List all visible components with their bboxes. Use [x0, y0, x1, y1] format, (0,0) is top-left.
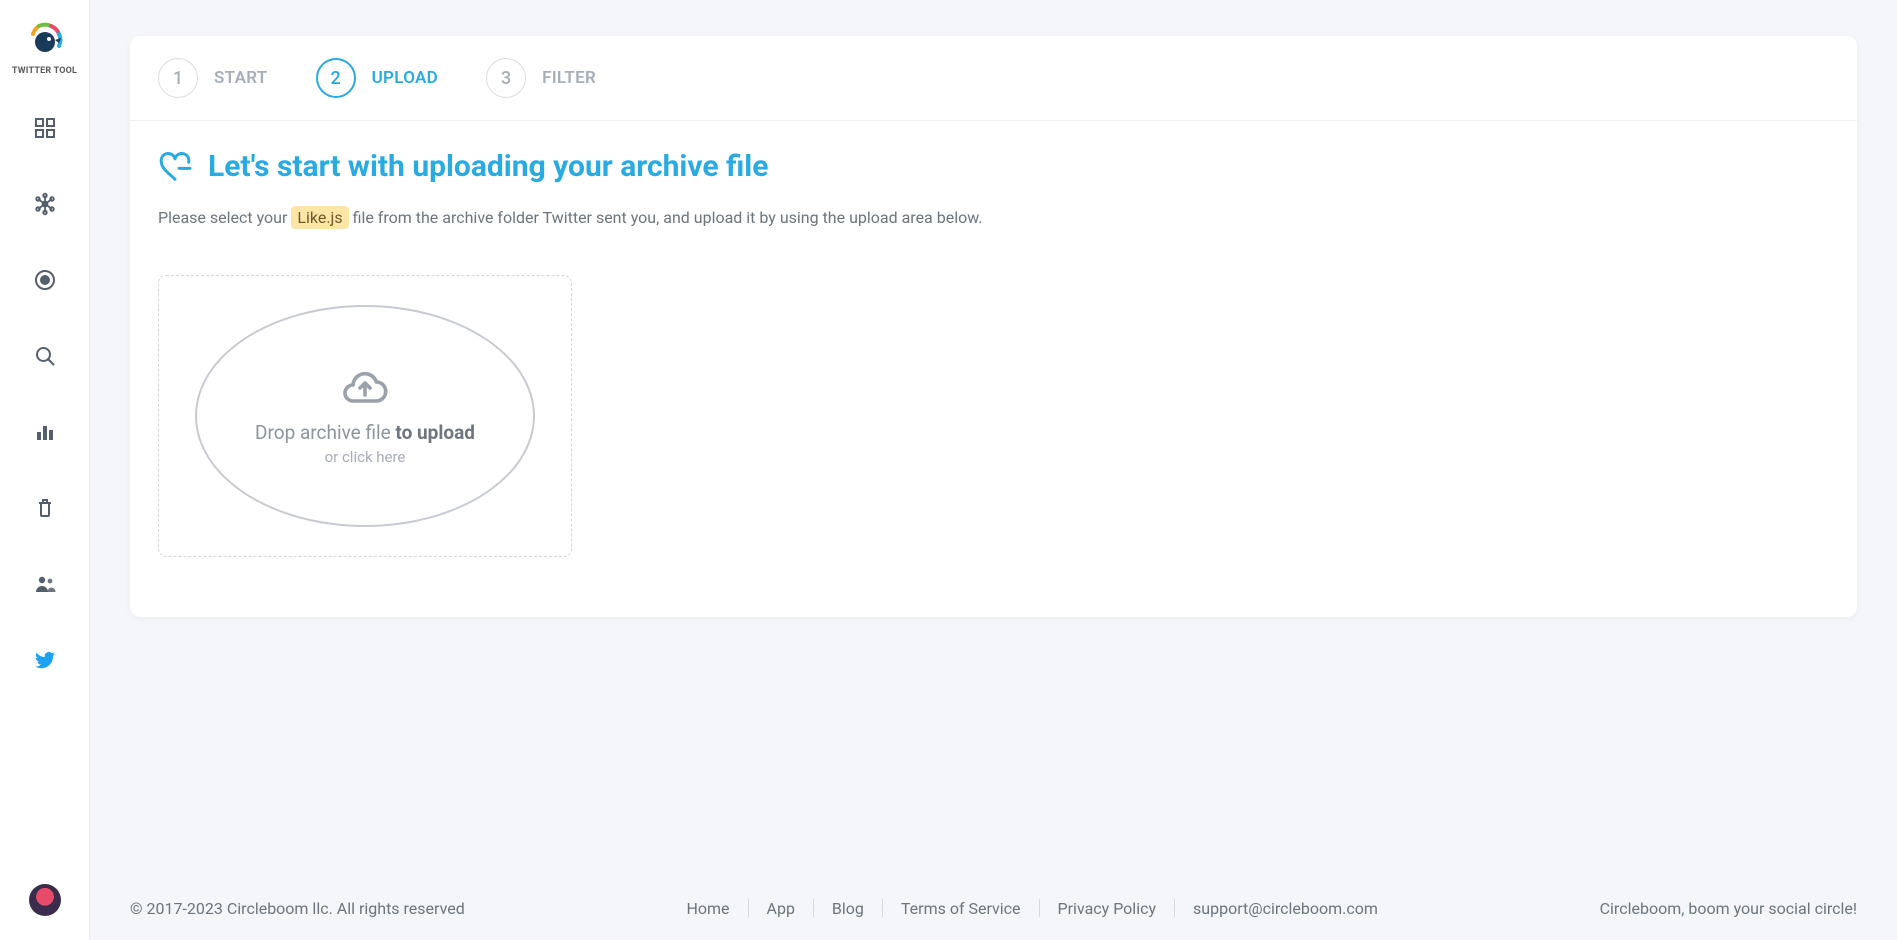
drop-primary-text: Drop archive file to upload: [255, 421, 475, 444]
footer-tagline: Circleboom, boom your social circle!: [1600, 899, 1857, 918]
main-content: 1 START 2 UPLOAD 3 FILTER Let's start wi…: [90, 0, 1897, 617]
dropzone-inner: Drop archive file to upload or click her…: [195, 305, 535, 527]
step-label: START: [214, 68, 268, 88]
desc-pre: Please select your: [158, 208, 291, 227]
footer-link-blog[interactable]: Blog: [814, 899, 882, 918]
sidebar-item-search[interactable]: [23, 334, 67, 378]
footer-copyright: © 2017-2023 Circleboom llc. All rights r…: [130, 899, 465, 918]
sidebar-nav: [23, 106, 67, 682]
logo-icon: [25, 20, 65, 60]
page-title: Let's start with uploading your archive …: [208, 149, 768, 184]
wizard-card: 1 START 2 UPLOAD 3 FILTER Let's start wi…: [130, 36, 1857, 617]
sidebar-item-friends[interactable]: [23, 562, 67, 606]
dashboard-icon: [33, 116, 57, 140]
desc-post: file from the archive folder Twitter sen…: [353, 208, 983, 227]
step-filter[interactable]: 3 FILTER: [486, 58, 596, 98]
upload-dropzone[interactable]: Drop archive file to upload or click her…: [158, 275, 572, 557]
twitter-icon: [33, 648, 57, 672]
step-number: 3: [486, 58, 526, 98]
cloud-upload-icon: [340, 367, 390, 407]
step-start[interactable]: 1 START: [158, 58, 268, 98]
sidebar-item-dashboard[interactable]: [23, 106, 67, 150]
sidebar-item-analytics[interactable]: [23, 410, 67, 454]
step-label: UPLOAD: [372, 68, 439, 88]
sidebar-item-twitter[interactable]: [23, 638, 67, 682]
drop-secondary-text: or click here: [325, 448, 406, 466]
step-label: FILTER: [542, 68, 596, 88]
brand-logo[interactable]: TWITTER TOOL: [12, 20, 77, 76]
step-number: 2: [316, 58, 356, 98]
footer-link-privacy[interactable]: Privacy Policy: [1040, 899, 1175, 918]
footer-links: Home App Blog Terms of Service Privacy P…: [668, 899, 1395, 918]
sidebar: TWITTER TOOL: [0, 0, 90, 940]
target-icon: [33, 268, 57, 292]
footer-link-app[interactable]: App: [749, 899, 813, 918]
footer: © 2017-2023 Circleboom llc. All rights r…: [90, 876, 1897, 940]
sidebar-item-circle[interactable]: [23, 182, 67, 226]
bar-chart-icon: [33, 420, 57, 444]
trash-icon: [33, 496, 57, 520]
footer-link-support[interactable]: support@circleboom.com: [1175, 899, 1396, 918]
instructions-text: Please select your Like.js file from the…: [158, 208, 1829, 227]
filename-highlight: Like.js: [291, 206, 348, 229]
network-icon: [33, 192, 57, 216]
footer-link-home[interactable]: Home: [668, 899, 747, 918]
content-area: Let's start with uploading your archive …: [130, 121, 1857, 617]
sidebar-item-delete[interactable]: [23, 486, 67, 530]
user-avatar[interactable]: [29, 884, 61, 916]
stepper: 1 START 2 UPLOAD 3 FILTER: [130, 36, 1857, 121]
step-upload[interactable]: 2 UPLOAD: [316, 58, 439, 98]
people-icon: [33, 572, 57, 596]
footer-link-tos[interactable]: Terms of Service: [883, 899, 1039, 918]
heart-icon: [158, 152, 192, 182]
step-number: 1: [158, 58, 198, 98]
search-icon: [33, 344, 57, 368]
sidebar-item-target[interactable]: [23, 258, 67, 302]
brand-label: TWITTER TOOL: [12, 66, 77, 76]
headline-row: Let's start with uploading your archive …: [158, 149, 1829, 184]
